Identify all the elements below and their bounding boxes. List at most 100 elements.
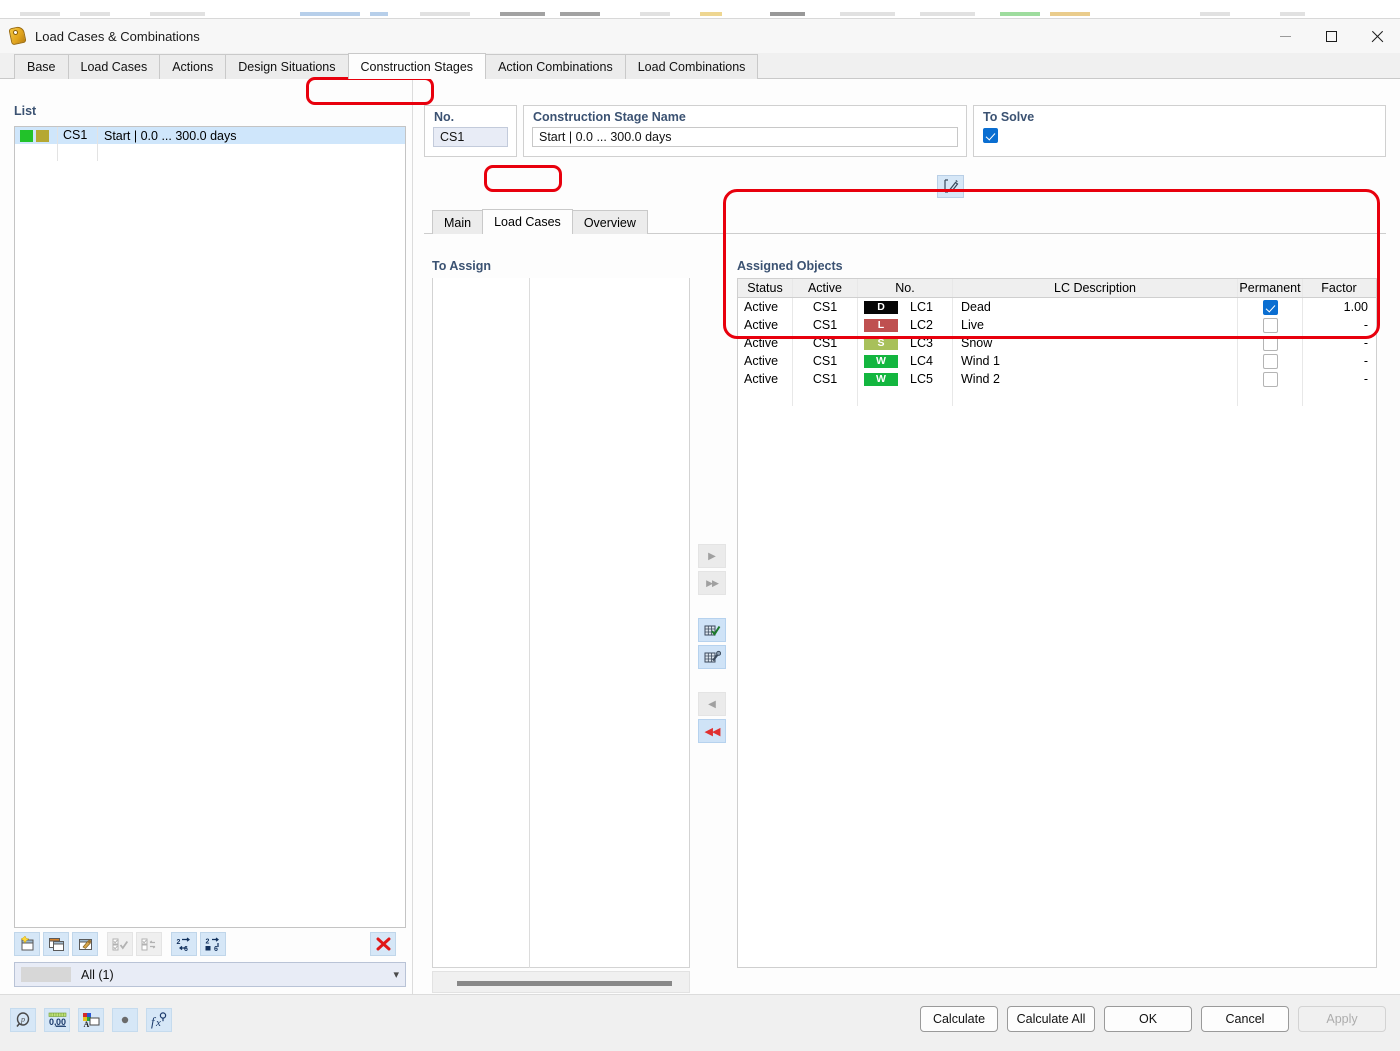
lc-number: LC4 xyxy=(910,354,933,368)
cell-lc-description[interactable]: Snow xyxy=(953,334,1238,352)
close-icon[interactable] xyxy=(1354,19,1400,53)
cell-no: W LC4 xyxy=(858,352,953,370)
cell-lc-description[interactable]: Wind 2 xyxy=(953,370,1238,388)
calculate-button[interactable]: Calculate xyxy=(920,1006,998,1032)
lc-type-swatch: D xyxy=(864,300,898,314)
tab-main[interactable]: Main xyxy=(432,210,484,234)
ok-button[interactable]: OK xyxy=(1104,1006,1192,1032)
tab-construction-stages[interactable]: Construction Stages xyxy=(347,53,487,79)
window-controls xyxy=(1262,19,1400,53)
cell-factor[interactable]: - xyxy=(1303,352,1375,370)
table-row[interactable]: Active CS1 S LC3 Snow - xyxy=(738,334,1376,352)
permanent-checkbox[interactable] xyxy=(1262,335,1278,351)
tab-action-combinations[interactable]: Action Combinations xyxy=(485,54,626,79)
cell-lc-description[interactable]: Live xyxy=(953,316,1238,334)
stage-no-input[interactable]: CS1 xyxy=(433,127,508,147)
cell-factor[interactable]: - xyxy=(1303,334,1375,352)
stage-name-input[interactable]: Start | 0.0 ... 300.0 days xyxy=(532,127,958,147)
tab-load-cases-sub[interactable]: Load Cases xyxy=(482,209,573,234)
stage-swatch-1 xyxy=(20,129,33,142)
column-header-permanent[interactable]: Permanent xyxy=(1238,279,1303,297)
table-check-button[interactable] xyxy=(698,618,726,642)
renumber-button[interactable]: 26 xyxy=(200,932,226,956)
assigned-objects-table[interactable]: Status Active No. LC Description Permane… xyxy=(737,278,1377,968)
table-settings-button[interactable] xyxy=(698,645,726,669)
cell-lc-description[interactable]: Wind 1 xyxy=(953,352,1238,370)
calculate-all-button[interactable]: Calculate All xyxy=(1007,1006,1095,1032)
unassign-all-button[interactable]: ◀◀ xyxy=(698,719,726,743)
cancel-button[interactable]: Cancel xyxy=(1201,1006,1289,1032)
help-magnifier-button[interactable]: p xyxy=(10,1008,36,1032)
list-empty-row[interactable] xyxy=(15,144,405,161)
tab-design-situations[interactable]: Design Situations xyxy=(225,54,349,79)
stage-name-label: Construction Stage Name xyxy=(533,110,686,124)
to-assign-list[interactable] xyxy=(432,278,690,968)
cell-factor[interactable]: - xyxy=(1303,370,1375,388)
permanent-checkbox[interactable] xyxy=(1262,299,1278,315)
new-stage-button[interactable] xyxy=(14,932,40,956)
column-header-lc-description[interactable]: LC Description xyxy=(953,279,1238,297)
column-header-status[interactable]: Status xyxy=(738,279,793,297)
permanent-checkbox[interactable] xyxy=(1262,371,1278,387)
list-label: List xyxy=(14,104,37,118)
cell-status: Active xyxy=(738,352,793,370)
permanent-checkbox[interactable] xyxy=(1262,353,1278,369)
load-cases-combinations-dialog: Load Cases & Combinations Base Load Case… xyxy=(0,18,1400,1051)
to-solve-checkbox[interactable] xyxy=(983,128,998,143)
copy-stage-button[interactable] xyxy=(43,932,69,956)
delete-stage-button[interactable] xyxy=(370,932,396,956)
tab-load-combinations[interactable]: Load Combinations xyxy=(624,54,759,79)
column-header-factor[interactable]: Factor xyxy=(1303,279,1375,297)
edit-pencil-icon[interactable] xyxy=(937,175,964,198)
column-header-no[interactable]: No. xyxy=(858,279,953,297)
swap-order-button[interactable]: 26 xyxy=(171,932,197,956)
svg-text:x: x xyxy=(155,1017,161,1029)
cell-factor[interactable]: 1.00 xyxy=(1303,298,1375,316)
assign-selected-button[interactable]: ▶ xyxy=(698,544,726,568)
permanent-checkbox[interactable] xyxy=(1262,317,1278,333)
dot-icon xyxy=(121,1016,129,1024)
uncheck-all-button[interactable] xyxy=(136,932,162,956)
tab-base[interactable]: Base xyxy=(14,54,69,79)
unassign-selected-button[interactable]: ◀ xyxy=(698,692,726,716)
check-all-button[interactable] xyxy=(107,932,133,956)
dialog-body: List CS1 Start | 0.0 ... 300.0 days 2 6 … xyxy=(0,79,1400,1025)
table-row[interactable]: Active CS1 D LC1 Dead 1.00 xyxy=(738,298,1376,316)
list-item[interactable]: CS1 Start | 0.0 ... 300.0 days xyxy=(15,127,405,144)
panel-divider xyxy=(412,79,413,994)
tab-overview[interactable]: Overview xyxy=(571,210,648,234)
cell-factor[interactable]: - xyxy=(1303,316,1375,334)
formula-button[interactable]: fx xyxy=(146,1008,172,1032)
edit-stage-button[interactable] xyxy=(72,932,98,956)
table-header-row: Status Active No. LC Description Permane… xyxy=(738,279,1376,298)
colors-button[interactable]: A xyxy=(78,1008,104,1032)
scrollbar-thumb[interactable] xyxy=(457,981,672,986)
maximize-icon[interactable] xyxy=(1308,19,1354,53)
point-button[interactable] xyxy=(112,1008,138,1032)
subtab-label: Overview xyxy=(583,215,636,230)
list-filter-combo[interactable]: All (1) ▾ xyxy=(14,962,406,987)
fx-icon: fx xyxy=(151,1011,167,1029)
to-assign-horizontal-scrollbar[interactable] xyxy=(432,971,690,993)
minimize-icon[interactable] xyxy=(1262,19,1308,53)
cell-active: CS1 xyxy=(793,316,858,334)
cell-lc-description[interactable]: Dead xyxy=(953,298,1238,316)
table-row[interactable]: Active CS1 W LC5 Wind 2 - xyxy=(738,370,1376,388)
construction-stage-list[interactable]: CS1 Start | 0.0 ... 300.0 days xyxy=(14,126,406,928)
cell-no: S LC3 xyxy=(858,334,953,352)
tab-load-cases[interactable]: Load Cases xyxy=(67,54,161,79)
table-row[interactable]: Active CS1 W LC4 Wind 1 - xyxy=(738,352,1376,370)
cell-status: Active xyxy=(738,316,793,334)
assign-all-button[interactable]: ▶▶ xyxy=(698,571,726,595)
units-button[interactable]: 0, 00 xyxy=(44,1008,70,1032)
table-check-icon xyxy=(704,625,720,636)
cell-active: CS1 xyxy=(793,352,858,370)
cell-status: Active xyxy=(738,370,793,388)
table-row[interactable]: Active CS1 L LC2 Live - xyxy=(738,316,1376,334)
lc-type-swatch: S xyxy=(864,336,898,350)
svg-text:2: 2 xyxy=(205,938,209,945)
table-empty-row[interactable] xyxy=(738,388,1376,406)
tab-actions[interactable]: Actions xyxy=(159,54,227,79)
column-header-active[interactable]: Active xyxy=(793,279,858,297)
svg-text:6: 6 xyxy=(184,946,188,952)
